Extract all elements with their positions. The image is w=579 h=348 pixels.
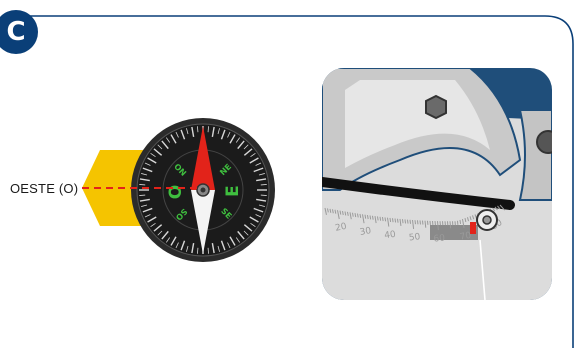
compass-tick <box>139 194 146 196</box>
compass-letter-west: O <box>166 185 186 199</box>
miter-saw-closeup: 20 30 40 50 60 7080 <box>322 68 552 300</box>
protractor-tick <box>389 217 392 223</box>
protractor-tick <box>459 219 462 224</box>
protractor-tick <box>402 219 404 224</box>
protractor-scale-label: 40 <box>384 230 397 242</box>
protractor-tick <box>372 215 374 220</box>
protractor-scale-label: 60 <box>433 233 446 244</box>
saw-side-bracket <box>518 109 552 201</box>
protractor-tick <box>407 219 409 224</box>
protractor-tick <box>379 216 382 221</box>
compass-assembly: O E NE NO SE SO <box>82 118 275 262</box>
protractor-tick <box>359 213 362 218</box>
compass-tick <box>197 126 199 133</box>
compass-tick <box>207 126 209 133</box>
compass-tick <box>139 184 146 186</box>
protractor-tick <box>404 219 407 224</box>
compass-tick <box>260 184 267 186</box>
protractor-tick <box>449 221 452 229</box>
angle-indicator-red <box>470 222 476 234</box>
compass-pivot-center <box>200 187 206 193</box>
hex-bolt <box>425 94 447 120</box>
protractor-scale-label: 50 <box>408 232 421 243</box>
protractor-tick <box>394 218 397 223</box>
compass-tick <box>260 194 267 196</box>
protractor-tick <box>382 217 384 222</box>
protractor-tick <box>369 215 372 220</box>
west-direction-label: OESTE (O) <box>10 181 79 196</box>
compass-tick <box>197 247 199 254</box>
bracket-knob <box>536 130 552 154</box>
protractor-tick <box>392 218 394 223</box>
protractor-scale-label: 30 <box>359 226 372 238</box>
lock-knob-inner <box>482 215 492 225</box>
protractor-tick <box>364 214 367 219</box>
diagram-canvas: O E NE NO SE SO 20 30 40 50 60 7080 <box>22 15 574 348</box>
protractor-tick <box>384 217 387 222</box>
protractor-tick <box>357 213 359 218</box>
protractor-tick <box>397 218 399 223</box>
compass-letter-east: E <box>223 185 243 197</box>
compass-tick <box>207 247 209 254</box>
protractor-tick <box>377 216 379 221</box>
protractor-tick <box>367 214 369 220</box>
protractor-tick <box>352 212 354 217</box>
protractor-tick <box>354 213 357 218</box>
